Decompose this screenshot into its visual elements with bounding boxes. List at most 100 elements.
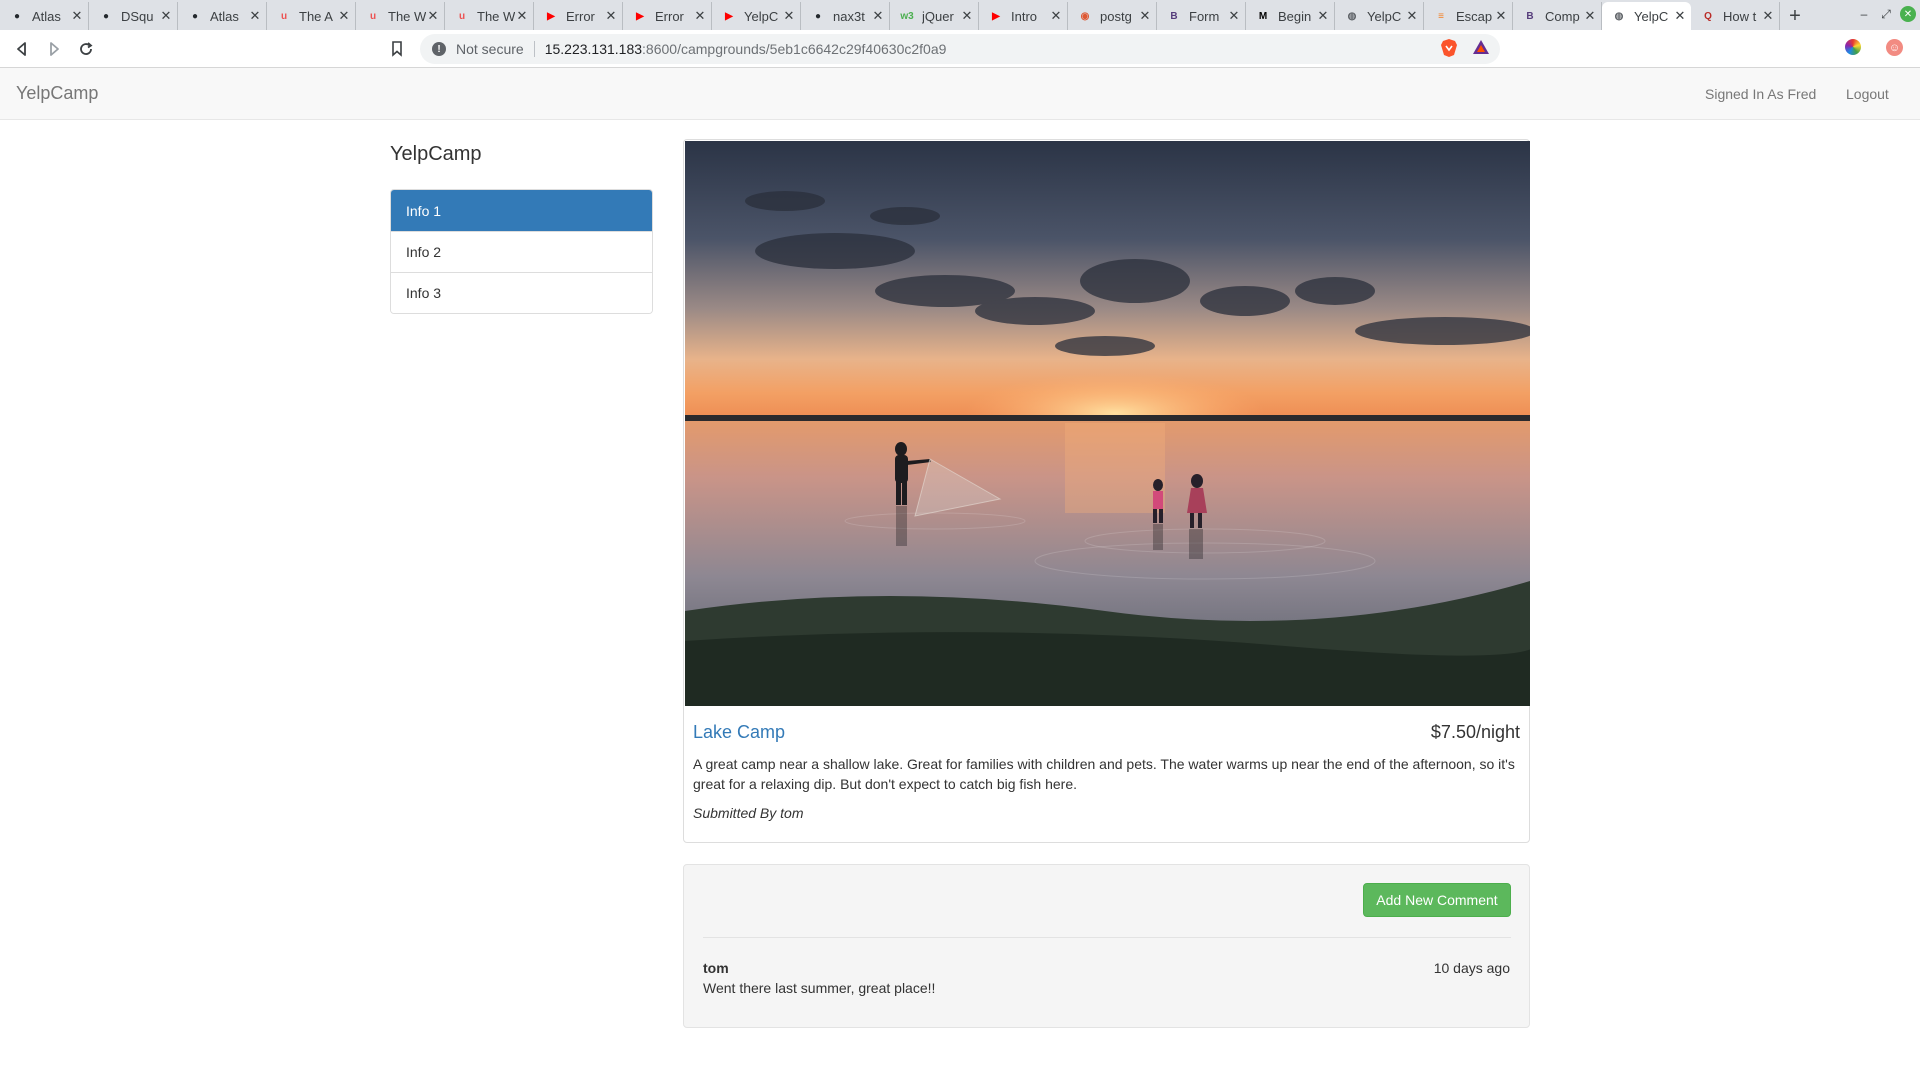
github-icon: ●	[814, 10, 822, 22]
signed-in-link[interactable]: Signed In As Fred	[1705, 86, 1816, 102]
tab-close-icon[interactable]: ✕	[1494, 8, 1508, 24]
profile-icon[interactable]: ☺	[1886, 39, 1903, 56]
url-path: :8600/campgrounds/5eb1c6642c29f40630c2f0…	[642, 41, 947, 57]
github-icon: ●	[13, 10, 21, 22]
tab-title: DSqu	[121, 8, 154, 24]
bootstrap-icon: B	[1170, 10, 1178, 22]
browser-tab[interactable]: M Begin ✕	[1246, 2, 1335, 30]
bookmark-button[interactable]	[385, 37, 409, 61]
brave-shields-icon[interactable]	[1440, 38, 1458, 58]
youtube-icon: ▶	[725, 10, 733, 22]
campground-card: Lake Camp $7.50/night A great camp near …	[683, 139, 1530, 843]
quora-icon: Q	[1704, 10, 1712, 22]
youtube-icon: ▶	[547, 10, 555, 22]
campground-image	[685, 141, 1530, 706]
browser-tab[interactable]: ◉ postg ✕	[1068, 2, 1157, 30]
tab-close-icon[interactable]: ✕	[1227, 8, 1241, 24]
browser-tab[interactable]: ▶ Intro ✕	[979, 2, 1068, 30]
browser-tab[interactable]: ≡ Escap ✕	[1424, 2, 1513, 30]
w3schools-icon: w3	[900, 10, 914, 22]
tab-close-icon[interactable]: ✕	[159, 8, 173, 24]
close-window-icon[interactable]: ✕	[1900, 6, 1916, 22]
tab-close-icon[interactable]: ✕	[70, 8, 84, 24]
lake-sunset-photo	[685, 141, 1530, 706]
tab-close-icon[interactable]: ✕	[426, 8, 440, 24]
browser-tab[interactable]: ● nax3t ✕	[801, 2, 890, 30]
reload-button[interactable]	[74, 37, 98, 61]
tab-title: Comp	[1545, 8, 1580, 24]
browser-tab[interactable]: ◍ YelpC ✕	[1602, 2, 1691, 30]
tab-close-icon[interactable]: ✕	[1405, 8, 1419, 24]
forward-button[interactable]	[42, 37, 66, 61]
tab-close-icon[interactable]: ✕	[1761, 8, 1775, 24]
tab-title: YelpC	[1634, 8, 1669, 24]
tab-close-icon[interactable]: ✕	[604, 8, 618, 24]
stackoverflow-icon: ≡	[1438, 10, 1444, 22]
comment-author: tom	[703, 960, 729, 976]
url-host: 15.223.131.183	[544, 41, 643, 57]
globe-icon: ◍	[1347, 10, 1357, 22]
browser-tab[interactable]: B Comp ✕	[1513, 2, 1602, 30]
browser-tab[interactable]: u The W ✕	[356, 2, 445, 30]
browser-tab[interactable]: ▶ Error ✕	[623, 2, 712, 30]
browser-tab[interactable]: ● Atlas ✕	[178, 2, 267, 30]
back-button[interactable]	[10, 37, 34, 61]
browser-tab[interactable]: w3 jQuer ✕	[890, 2, 979, 30]
browser-tab[interactable]: ● DSqu ✕	[89, 2, 178, 30]
youtube-icon: ▶	[992, 10, 1000, 22]
campground-name-link[interactable]: Lake Camp	[693, 722, 785, 743]
sidebar-item-info-2[interactable]: Info 2	[391, 231, 652, 272]
back-arrow-icon	[17, 42, 26, 56]
tab-close-icon[interactable]: ✕	[871, 8, 885, 24]
bootstrap-icon: B	[1526, 10, 1534, 22]
tab-title: Atlas	[32, 8, 61, 24]
tab-title: Begin	[1278, 8, 1312, 24]
navbar-brand[interactable]: YelpCamp	[16, 83, 98, 104]
browser-toolbar: ! Not secure 15.223.131.183:8600/campgro…	[0, 30, 1920, 68]
browser-tab-strip: ● Atlas ✕ ● DSqu ✕ ● Atlas ✕ u The A ✕ u The W ✕ u The W…	[0, 0, 1920, 30]
add-comment-button[interactable]: Add New Comment	[1363, 883, 1511, 917]
minimize-icon[interactable]: –	[1856, 6, 1872, 22]
tab-title: Escap	[1456, 8, 1493, 24]
brave-rewards-icon[interactable]	[1472, 38, 1490, 56]
browser-tab[interactable]: u The A ✕	[267, 2, 356, 30]
tab-close-icon[interactable]: ✕	[693, 8, 707, 24]
comment-timestamp: 10 days ago	[1433, 960, 1510, 976]
browser-tab[interactable]: ▶ Error ✕	[534, 2, 623, 30]
tab-close-icon[interactable]: ✕	[337, 8, 351, 24]
browser-tab[interactable]: ▶ YelpC ✕	[712, 2, 801, 30]
extension-icon[interactable]	[1845, 39, 1861, 55]
tab-close-icon[interactable]: ✕	[1316, 8, 1330, 24]
forward-arrow-icon	[50, 42, 59, 56]
github-icon: ●	[191, 10, 199, 22]
browser-tab[interactable]: B Form ✕	[1157, 2, 1246, 30]
address-bar[interactable]: ! Not secure 15.223.131.183:8600/campgro…	[420, 34, 1500, 64]
tab-title: YelpC	[744, 8, 779, 24]
reload-icon	[80, 42, 93, 55]
browser-tab[interactable]: u The W ✕	[445, 2, 534, 30]
medium-icon: M	[1258, 10, 1268, 22]
tab-title: postg	[1100, 8, 1132, 24]
tab-close-icon[interactable]: ✕	[248, 8, 262, 24]
bookmark-icon	[392, 41, 402, 57]
new-tab-button[interactable]: +	[1780, 2, 1810, 30]
tab-close-icon[interactable]: ✕	[1138, 8, 1152, 24]
tab-close-icon[interactable]: ✕	[515, 8, 529, 24]
tab-close-icon[interactable]: ✕	[782, 8, 796, 24]
logout-link[interactable]: Logout	[1846, 86, 1889, 102]
tab-close-icon[interactable]: ✕	[960, 8, 974, 24]
maximize-icon[interactable]: ⤢	[1878, 6, 1894, 22]
campground-price: $7.50/night	[1430, 722, 1520, 742]
tab-close-icon[interactable]: ✕	[1049, 8, 1063, 24]
sidebar-item-info-3[interactable]: Info 3	[391, 272, 652, 313]
tab-close-icon[interactable]: ✕	[1583, 8, 1597, 24]
browser-tab[interactable]: Q How t ✕	[1691, 2, 1780, 30]
sidebar-item-label: Info 2	[406, 244, 442, 260]
browser-tab[interactable]: ◍ YelpC ✕	[1335, 2, 1424, 30]
sidebar-item-info-1[interactable]: Info 1	[391, 190, 652, 231]
info-icon[interactable]: !	[432, 42, 446, 56]
site-navbar: YelpCamp Signed In As Fred Logout	[0, 68, 1920, 120]
tab-list: ● Atlas ✕ ● DSqu ✕ ● Atlas ✕ u The A ✕ u The W ✕ u The W…	[0, 0, 1780, 30]
browser-tab[interactable]: ● Atlas ✕	[0, 2, 89, 30]
tab-close-icon[interactable]: ✕	[1673, 8, 1687, 24]
